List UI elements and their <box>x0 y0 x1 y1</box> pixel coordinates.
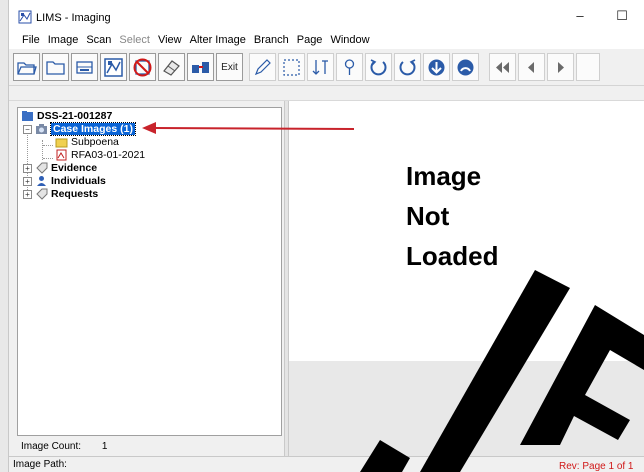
menu-window[interactable]: Window <box>326 32 373 49</box>
transfer-icon <box>192 61 209 73</box>
rotate-right-icon <box>370 58 387 75</box>
collapse-toggle[interactable]: − <box>23 124 32 134</box>
exit-button-label: Exit <box>221 61 238 73</box>
tree-label-rfa: RFA03-01-2021 <box>71 149 146 161</box>
rotate-right-button[interactable] <box>365 53 392 81</box>
eraser-icon <box>163 59 180 76</box>
tree-node-subpoena[interactable]: Subpoena <box>55 136 119 148</box>
tree-label-requests: Requests <box>51 188 99 200</box>
no-image-icon <box>133 58 152 76</box>
case-folder-icon <box>22 111 33 121</box>
tree-guide-line <box>43 158 53 159</box>
scanner-button[interactable] <box>71 53 98 81</box>
menu-select[interactable]: Select <box>115 32 154 49</box>
title-bar: LIMS - Imaging – ☐ <box>9 0 644 32</box>
secondary-toolbar <box>9 86 644 101</box>
tree-node-case-images[interactable]: − Case Images (1) <box>23 122 136 136</box>
revision-page-indicator: Rev: Page 1 of 1 <box>559 461 634 472</box>
rotate-left-button[interactable] <box>394 53 421 81</box>
toolbar-overflow-button[interactable] <box>576 53 600 81</box>
maximize-button[interactable]: ☐ <box>607 6 637 26</box>
no-image-button[interactable] <box>129 53 156 81</box>
menu-bar: File Image Scan Select View Alter Image … <box>9 32 644 49</box>
evidence-tag-icon <box>36 162 48 174</box>
tree-root-node[interactable]: DSS-21-001287 <box>21 110 112 122</box>
transfer-button[interactable] <box>187 53 214 81</box>
tree-label-evidence: Evidence <box>51 162 98 174</box>
eraser-button[interactable] <box>158 53 185 81</box>
scanner-icon <box>76 60 93 74</box>
tree-node-individuals[interactable]: + Individuals <box>23 175 106 187</box>
open-folder-button[interactable] <box>13 53 40 81</box>
pdf-document-icon <box>56 149 67 161</box>
person-icon <box>37 176 46 186</box>
left-pane: DSS-21-001287 − Case Images (1) Subpoena… <box>9 101 284 456</box>
open-folder-icon <box>17 61 37 75</box>
folder-button[interactable] <box>42 53 69 81</box>
flip-down-icon <box>428 59 445 75</box>
image-count-label: Image Count: <box>21 441 82 452</box>
window-title: LIMS - Imaging <box>36 12 111 24</box>
sort-button[interactable] <box>307 53 334 81</box>
previous-page-icon <box>528 61 534 73</box>
first-page-icon <box>496 61 509 73</box>
menu-scan[interactable]: Scan <box>82 32 115 49</box>
tree-label-case-images: Case Images (1) <box>50 122 136 136</box>
image-viewer-background <box>289 361 644 456</box>
next-page-icon <box>558 61 564 73</box>
image-count-value: 1 <box>101 441 108 452</box>
sort-icon <box>312 59 328 75</box>
request-tag-icon <box>36 188 48 200</box>
tree-guide-line <box>43 145 53 146</box>
left-window-edge <box>0 0 9 472</box>
tree-label-subpoena: Subpoena <box>71 136 119 148</box>
menu-branch[interactable]: Branch <box>250 32 293 49</box>
message-line-3: Loaded <box>406 241 499 271</box>
case-tree[interactable]: DSS-21-001287 − Case Images (1) Subpoena… <box>17 107 282 436</box>
menu-page[interactable]: Page <box>293 32 327 49</box>
menu-image[interactable]: Image <box>44 32 83 49</box>
tree-label-individuals: Individuals <box>51 175 106 187</box>
menu-file[interactable]: File <box>18 32 44 49</box>
tree-node-requests[interactable]: + Requests <box>23 188 98 200</box>
expand-toggle[interactable]: + <box>23 189 32 199</box>
pin-icon <box>344 58 355 75</box>
image-not-loaded-message: Image Not Loaded <box>406 156 498 276</box>
menu-view[interactable]: View <box>154 32 186 49</box>
toolbar: Exit <box>9 49 644 86</box>
pen-button[interactable] <box>249 53 276 81</box>
image-count: Image Count: 1 <box>21 441 107 452</box>
exit-button[interactable]: Exit <box>216 53 243 81</box>
flip-up-button[interactable] <box>452 53 479 81</box>
folder-icon <box>46 60 65 75</box>
annotation-arrow-icon <box>142 122 355 134</box>
previous-page-button[interactable] <box>518 53 545 81</box>
tree-node-rfa[interactable]: RFA03-01-2021 <box>55 149 145 161</box>
flip-up-icon <box>457 59 474 75</box>
image-path-label: Image Path: <box>13 459 67 470</box>
minimize-button[interactable]: – <box>565 6 595 26</box>
rotate-left-icon <box>399 58 416 75</box>
flip-down-button[interactable] <box>423 53 450 81</box>
tree-root-label: DSS-21-001287 <box>37 110 113 122</box>
tree-guide-line <box>42 140 43 160</box>
select-region-icon <box>283 58 300 76</box>
menu-alter-image[interactable]: Alter Image <box>186 32 250 49</box>
next-page-button[interactable] <box>547 53 574 81</box>
first-page-button[interactable] <box>489 53 516 81</box>
message-line-2: Not <box>406 201 450 231</box>
message-line-1: Image <box>406 161 482 191</box>
app-icon <box>18 10 32 24</box>
document-folder-icon <box>55 138 68 148</box>
image-icon <box>104 57 123 77</box>
pin-button[interactable] <box>336 53 363 81</box>
tree-node-evidence[interactable]: + Evidence <box>23 162 97 174</box>
expand-toggle[interactable]: + <box>23 176 32 186</box>
status-bar: Image Path: Rev: Page 1 of 1 <box>9 456 644 472</box>
pen-icon <box>254 58 271 75</box>
image-button[interactable] <box>100 53 127 81</box>
camera-icon <box>36 124 47 134</box>
select-region-button[interactable] <box>278 53 305 81</box>
expand-toggle[interactable]: + <box>23 163 32 173</box>
